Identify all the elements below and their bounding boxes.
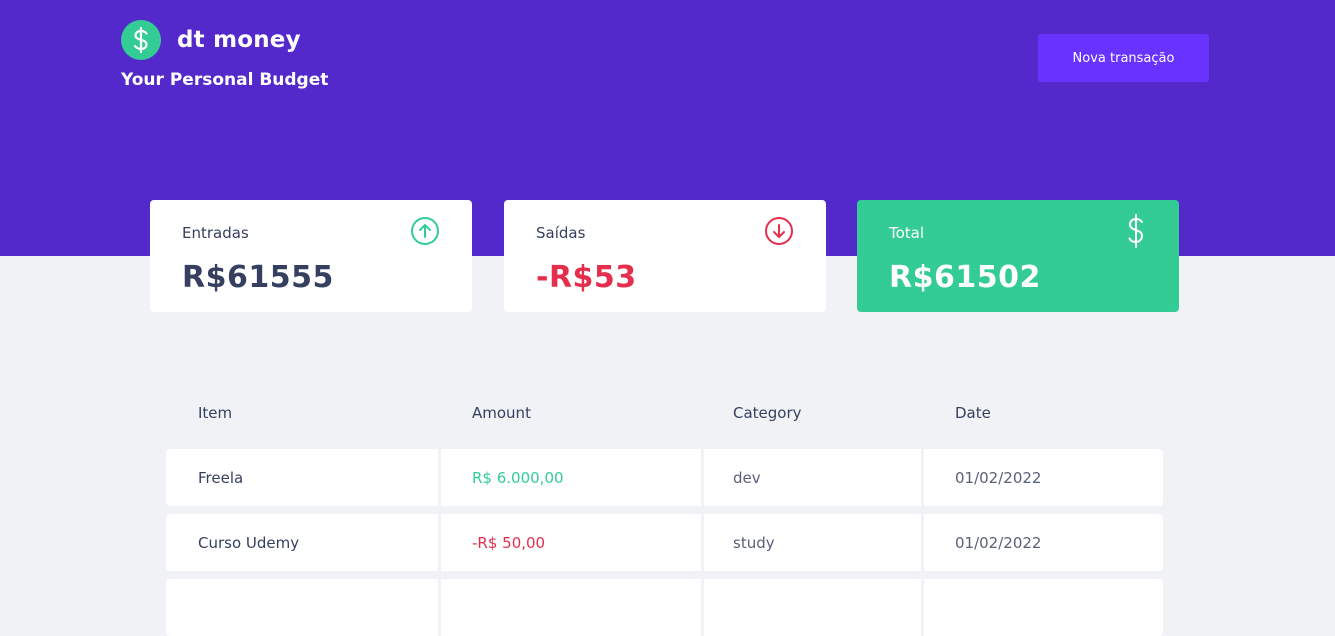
total-card: Total R$61502 <box>857 200 1179 312</box>
income-card: Entradas R$61555 <box>150 200 472 312</box>
row-item: Freela <box>198 468 244 487</box>
column-divider <box>438 514 441 571</box>
app-name: dt money <box>177 27 301 53</box>
column-divider <box>921 449 924 506</box>
arrow-down-circle-icon <box>764 216 794 250</box>
header-category: Category <box>733 404 802 422</box>
brand: dt money Your Personal Budget <box>121 20 328 90</box>
outcome-value: -R$53 <box>536 260 637 295</box>
outcome-card: Saídas -R$53 <box>504 200 826 312</box>
income-value: R$61555 <box>182 260 334 295</box>
header-amount: Amount <box>472 404 531 422</box>
table-row: Curso Udemy -R$ 50,00 study 01/02/2022 <box>166 514 1163 571</box>
dollar-icon <box>1125 214 1147 252</box>
arrow-up-circle-icon <box>410 216 440 250</box>
column-divider <box>921 514 924 571</box>
column-divider <box>921 579 924 636</box>
column-divider <box>438 449 441 506</box>
row-date: 01/02/2022 <box>955 533 1042 552</box>
income-label: Entradas <box>182 224 249 242</box>
row-category: dev <box>733 468 761 487</box>
outcome-label: Saídas <box>536 224 586 242</box>
dollar-logo-icon <box>121 20 161 60</box>
row-date: 01/02/2022 <box>955 468 1042 487</box>
column-divider <box>701 579 704 636</box>
header-date: Date <box>955 404 991 422</box>
row-category: study <box>733 533 775 552</box>
app-tagline: Your Personal Budget <box>121 70 329 90</box>
table-row: Freela R$ 6.000,00 dev 01/02/2022 <box>166 449 1163 506</box>
header-item: Item <box>198 404 233 422</box>
column-divider <box>701 514 704 571</box>
column-divider <box>701 449 704 506</box>
row-amount: -R$ 50,00 <box>472 533 546 552</box>
total-value: R$61502 <box>889 260 1041 295</box>
row-item: Curso Udemy <box>198 533 300 552</box>
row-amount: R$ 6.000,00 <box>472 468 564 487</box>
table-header: Item Amount Category Date <box>166 398 1163 428</box>
total-label: Total <box>889 224 925 242</box>
new-transaction-button[interactable]: Nova transação <box>1038 34 1209 82</box>
column-divider <box>438 579 441 636</box>
table-row-partial <box>166 579 1163 636</box>
